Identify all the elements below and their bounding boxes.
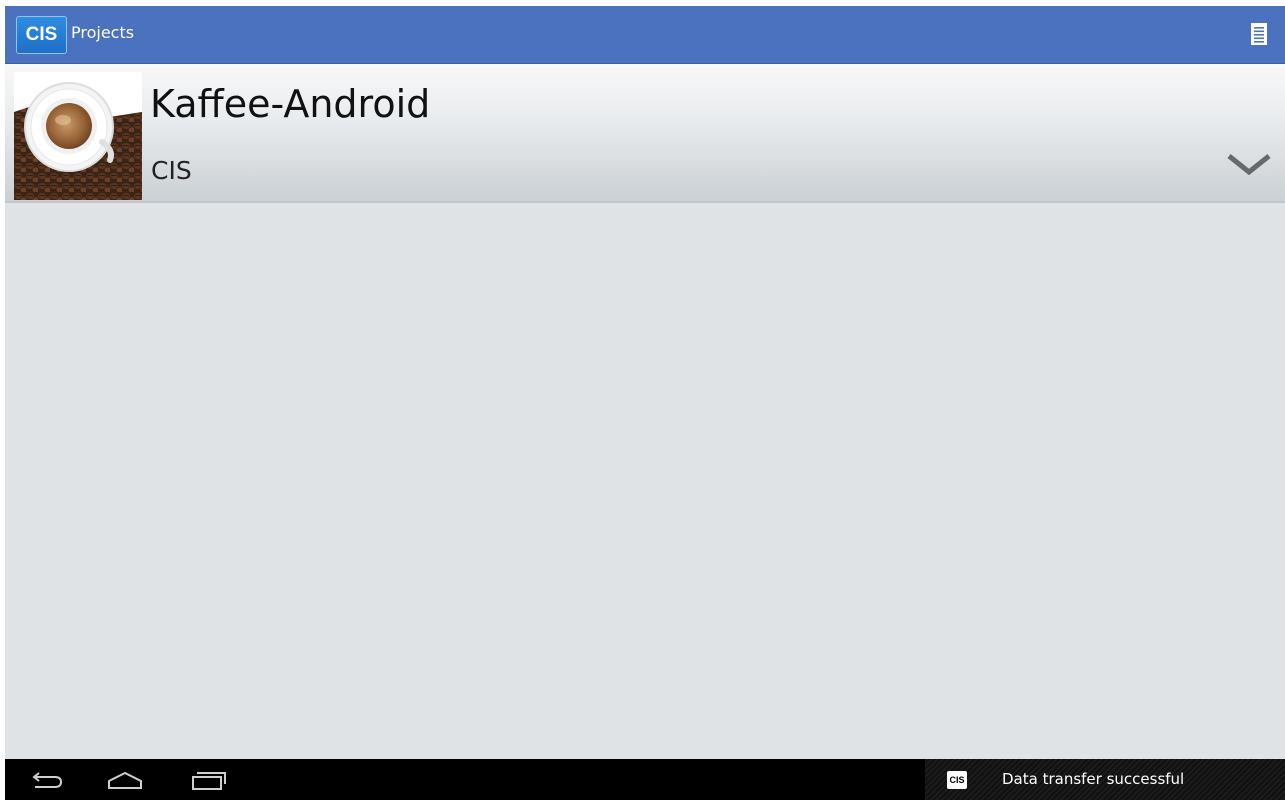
notification-app-icon: CIS	[947, 771, 967, 789]
overflow-menu-icon[interactable]	[1251, 23, 1267, 45]
back-icon[interactable]	[27, 769, 67, 793]
notification-text: Data transfer successful	[1002, 770, 1185, 788]
project-name: Kaffee-Android	[150, 82, 431, 126]
recent-apps-icon[interactable]	[187, 769, 227, 793]
app-logo-icon[interactable]: CIS	[16, 16, 67, 54]
project-thumbnail	[14, 72, 142, 200]
coffee-cup-image	[14, 72, 142, 200]
project-list-item[interactable]: Kaffee-Android CIS	[5, 64, 1285, 203]
action-bar-title: Projects	[71, 23, 135, 42]
app-logo-text: CIS	[25, 24, 58, 45]
notification-icon-text: CIS	[949, 775, 965, 785]
chevron-down-icon[interactable]	[1225, 150, 1273, 180]
project-organization: CIS	[151, 156, 192, 185]
navigation-bar: CIS Data transfer successful	[5, 759, 1285, 800]
app-screen: CIS Projects Kaffee-Android CIS CIS Data…	[5, 6, 1285, 800]
home-icon[interactable]	[105, 769, 145, 793]
action-bar: CIS Projects	[5, 6, 1285, 64]
notification-area[interactable]: CIS Data transfer successful	[925, 759, 1285, 800]
